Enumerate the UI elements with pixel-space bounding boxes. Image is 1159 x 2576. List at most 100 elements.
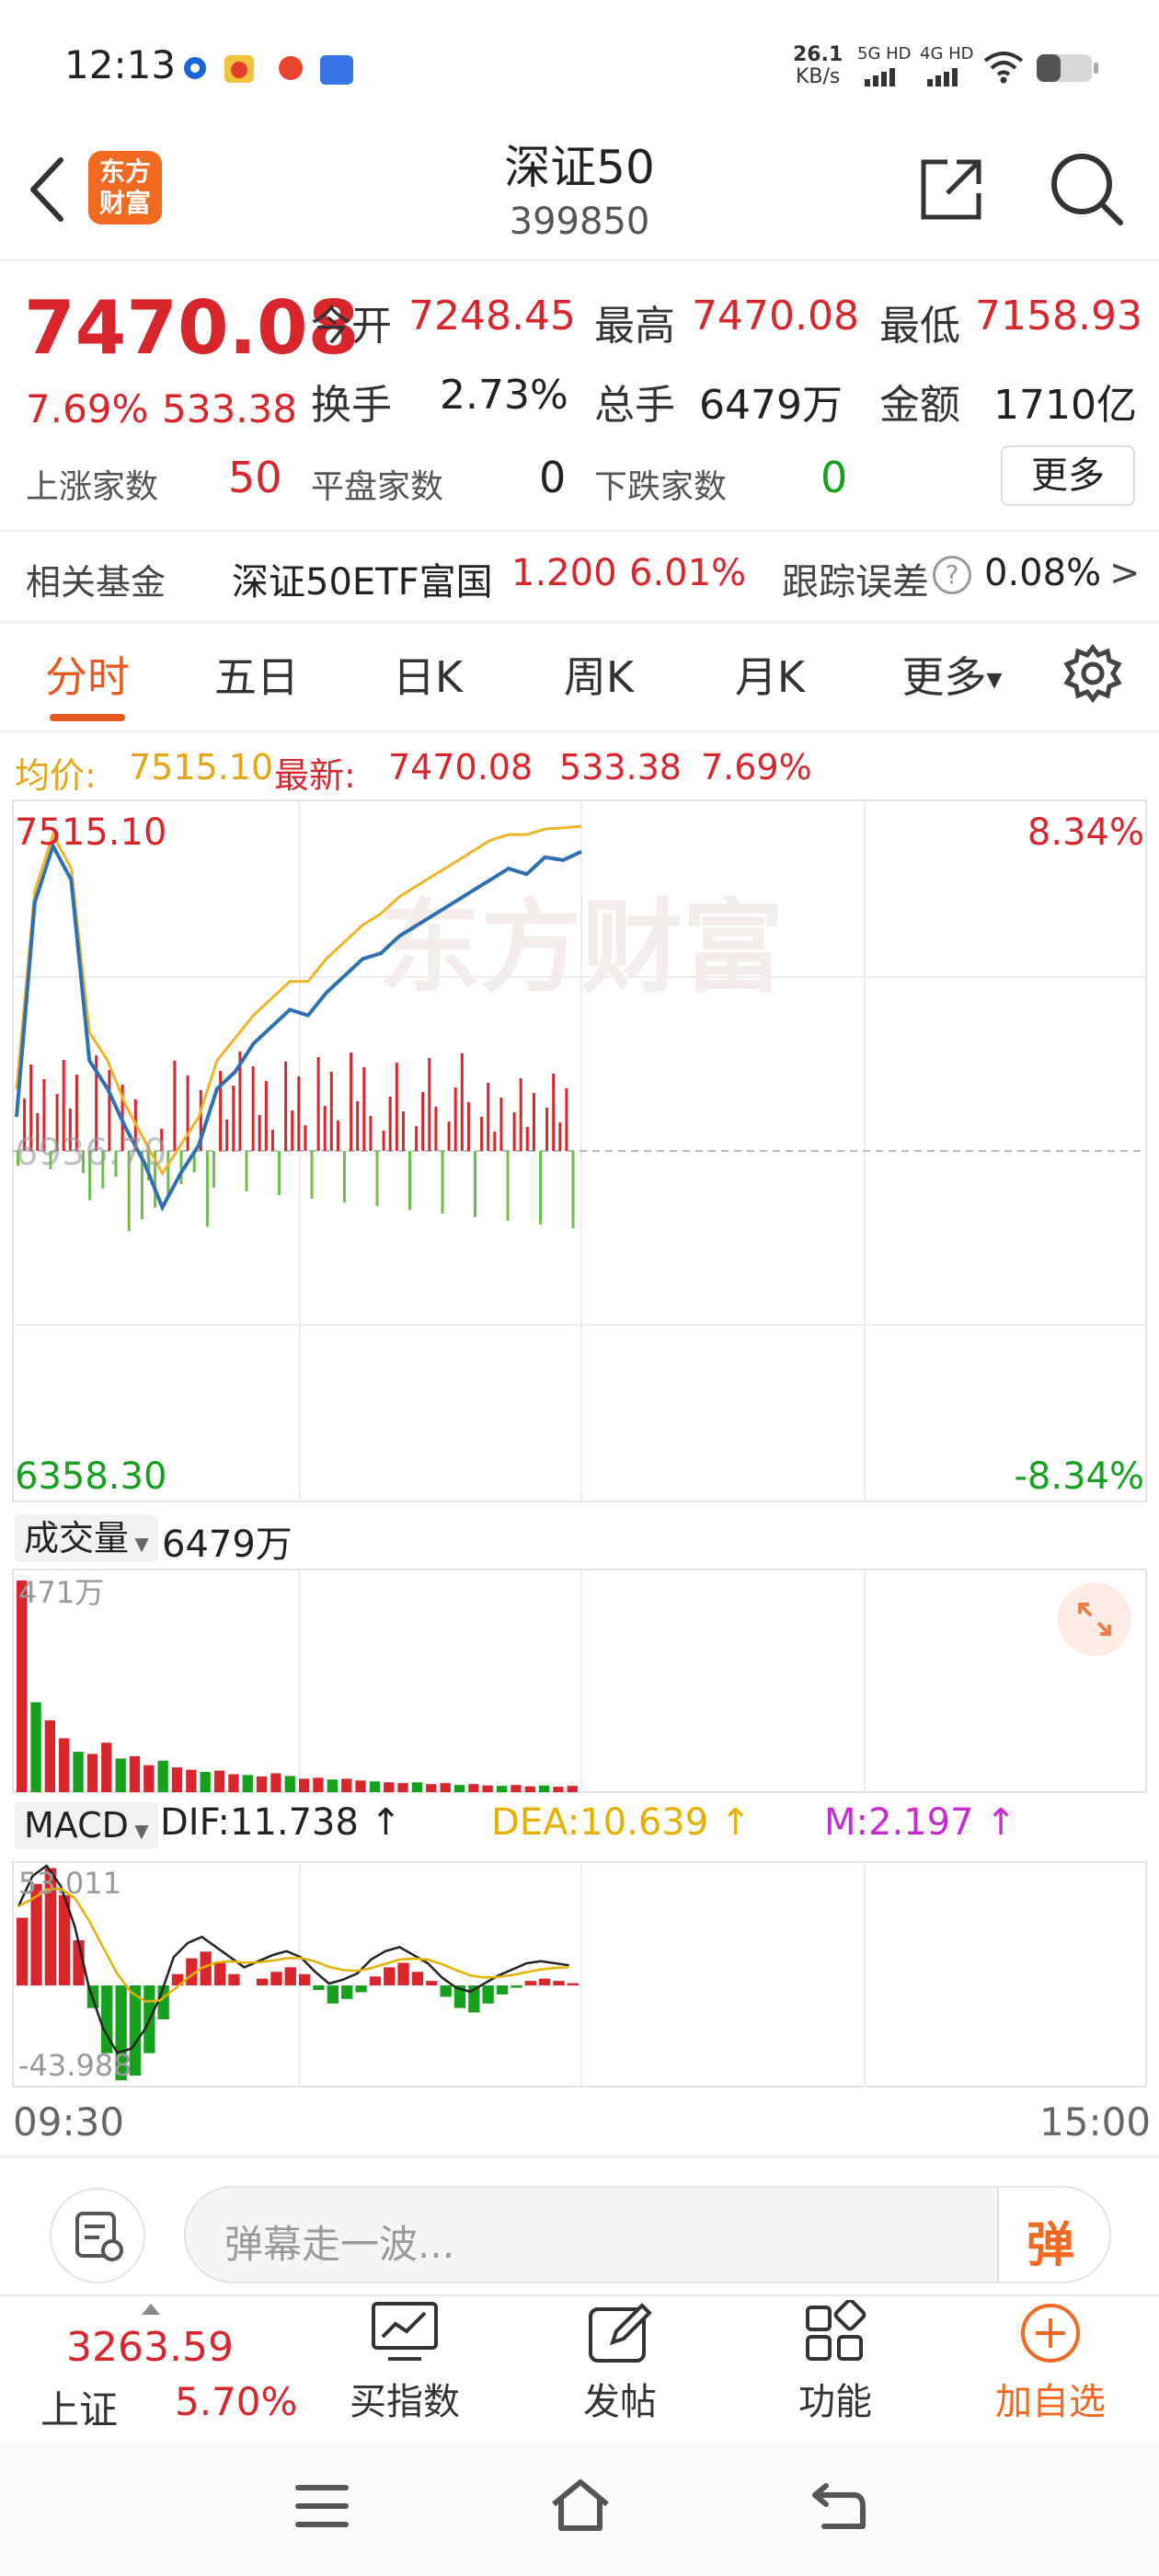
volume-selector[interactable]: 成交量 ▼: [15, 1514, 158, 1562]
avg-price: 7515.10: [129, 747, 274, 788]
tab-five-day[interactable]: 五日: [197, 644, 316, 710]
chart-icon: [372, 2302, 438, 2361]
tab-daily-k[interactable]: 日K: [368, 644, 488, 710]
more-button[interactable]: 更多: [1001, 445, 1135, 506]
macd-bar: [426, 1981, 438, 1986]
volume-bar: [313, 1777, 324, 1792]
intraday-bar: [375, 1151, 379, 1206]
index-price: 3263.59: [66, 2324, 234, 2371]
volume-bar: [524, 1786, 535, 1792]
macd-selector[interactable]: MACD ▼: [15, 1801, 158, 1849]
market-index[interactable]: 3263.59 上证 5.70%: [28, 2304, 304, 2432]
danmu-button[interactable]: 弹: [997, 2188, 1109, 2282]
intraday-bar: [166, 1151, 170, 1196]
volume-bar: [567, 1786, 578, 1792]
volume-bar: [426, 1784, 437, 1792]
volume-bar: [468, 1784, 479, 1792]
volume-max-label: 471万: [18, 1575, 104, 1610]
status-time: 12:13: [64, 42, 177, 87]
home-icon[interactable]: [548, 2477, 613, 2537]
volume-bar: [327, 1779, 338, 1792]
intraday-bar: [519, 1078, 522, 1151]
intraday-bar: [506, 1151, 510, 1221]
share-icon[interactable]: [916, 155, 986, 228]
volume-bar: [538, 1785, 550, 1792]
index-percent: 5.70%: [175, 2379, 298, 2424]
latest-percent: 7.69%: [701, 747, 812, 788]
macd-bar: [511, 1985, 522, 1988]
intraday-chart[interactable]: 东方财富 7515.10 6936.70 6358.30 8.34% -8.34…: [0, 799, 1159, 1505]
high-value: 7470.08: [692, 293, 859, 339]
intraday-bar: [179, 1151, 183, 1184]
note-button[interactable]: [50, 2188, 145, 2283]
expand-button[interactable]: [1058, 1582, 1131, 1656]
intraday-bar: [369, 1116, 373, 1151]
volume-bar: [44, 1719, 55, 1792]
macd-bar: [256, 1978, 269, 1986]
tab-more-label: 更多: [901, 652, 987, 702]
y-label-top: 7515.10: [15, 811, 166, 854]
tracking-value: 0.08%: [984, 552, 1102, 594]
intraday-bar: [565, 1088, 568, 1151]
tracking-arrow-icon[interactable]: >: [1109, 552, 1141, 594]
tab-intraday[interactable]: 分时: [28, 644, 147, 721]
danmu-input[interactable]: 弹幕走一波... 弹: [184, 2186, 1111, 2283]
search-icon[interactable]: [1047, 149, 1126, 232]
macd-m-value: M:2.197: [824, 1801, 974, 1844]
nav-buy-index[interactable]: 买指数: [313, 2300, 497, 2425]
intraday-bar: [545, 1108, 549, 1151]
settings-gear-icon[interactable]: [1063, 643, 1122, 707]
intraday-bar: [401, 1111, 405, 1151]
nav-add-watchlist[interactable]: 加自选: [958, 2300, 1142, 2425]
macd-dea-value: DEA:10.639: [491, 1801, 709, 1844]
back-icon[interactable]: [24, 155, 70, 228]
grid-icon: [806, 2300, 866, 2361]
nav-post[interactable]: 发帖: [528, 2300, 712, 2425]
y-label-bottom: 6358.30: [15, 1455, 166, 1498]
edit-icon: [589, 2303, 652, 2363]
fund-name[interactable]: 深证50ETF富国: [232, 552, 493, 605]
volume-bar: [101, 1742, 112, 1792]
macd-bar: [411, 1972, 424, 1985]
intraday-bar: [525, 1127, 529, 1151]
intraday-bar: [232, 1086, 235, 1151]
macd-bar: [384, 1967, 396, 1985]
macd-bar: [327, 1985, 339, 2004]
macd-dea: DEA:10.639 ↑: [491, 1801, 752, 1844]
amount-value: 1710亿: [993, 382, 1137, 429]
tab-monthly-k[interactable]: 月K: [710, 644, 830, 710]
tracking-label: 跟踪误差: [782, 561, 929, 604]
intraday-bar: [428, 1058, 431, 1151]
tab-weekly-k[interactable]: 周K: [539, 644, 659, 710]
volume-chart[interactable]: 471万: [0, 1568, 1159, 1794]
intraday-bar: [284, 1062, 288, 1151]
signal-4g: 4G HD: [920, 44, 974, 63]
menu-icon[interactable]: [293, 2482, 351, 2534]
intraday-bar: [447, 1121, 451, 1151]
macd-bar: [228, 1973, 240, 1986]
macd-bar: [17, 1917, 29, 1986]
intraday-bar: [186, 1075, 189, 1151]
macd-dif-value: DIF:11.738: [160, 1801, 359, 1844]
nav-function[interactable]: 功能: [743, 2300, 927, 2425]
help-icon[interactable]: ?: [933, 556, 971, 594]
intraday-bar: [336, 1121, 339, 1151]
low-value: 7158.93: [975, 293, 1142, 339]
volume-bar: [411, 1782, 423, 1792]
back-nav-icon[interactable]: [808, 2478, 868, 2537]
up-count-label: 上涨家数: [26, 468, 159, 506]
volume-bar: [284, 1776, 295, 1792]
intraday-bar: [329, 1072, 333, 1151]
low-label: 最低: [879, 303, 960, 350]
turnover-label: 换手: [311, 382, 392, 429]
volume-bar: [129, 1755, 141, 1792]
net-speed-value: 26.1: [793, 43, 843, 66]
intraday-bar: [264, 1081, 268, 1151]
fund-label: 相关基金: [26, 562, 166, 603]
volume-bar: [73, 1752, 84, 1792]
macd-chart[interactable]: 53.011 -43.988: [0, 1860, 1159, 2088]
amount-label: 金额: [879, 382, 960, 429]
intraday-bar: [212, 1151, 215, 1188]
volume-bar: [30, 1702, 41, 1792]
tab-more[interactable]: 更多▼: [883, 644, 1021, 710]
